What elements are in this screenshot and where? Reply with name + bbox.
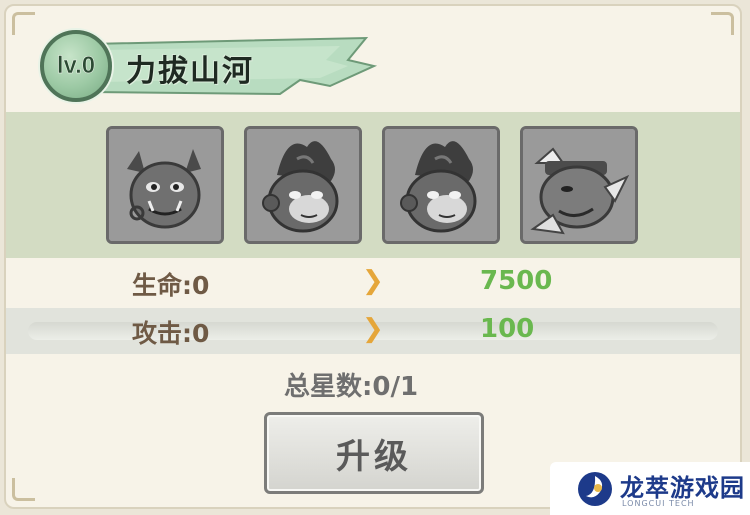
total-stars-label: 总星数:0/1 bbox=[284, 372, 419, 402]
upgrade-button-label: 升级 bbox=[336, 436, 412, 477]
level-badge: lv.0 bbox=[40, 30, 112, 102]
watermark-name: 龙萃游戏园 bbox=[620, 474, 745, 502]
stat-label-hp: 生命:0 bbox=[132, 271, 210, 300]
hero-portrait-strip bbox=[6, 112, 740, 258]
rhino-warrior-portrait-icon bbox=[523, 129, 635, 241]
monkey-warrior-portrait-icon bbox=[385, 129, 497, 241]
corner-ornament bbox=[12, 478, 35, 501]
skill-panel: lv.0 力拔山河 生命:0 ❯ 7500 攻击:0 ❯ 100 总星数:0/1… bbox=[4, 4, 742, 509]
site-watermark: 龙萃游戏园 LONGCUI TECH bbox=[550, 462, 750, 515]
chevron-right-icon: ❯ bbox=[362, 266, 384, 296]
stat-value-attack: 100 bbox=[480, 314, 535, 344]
skill-name: 力拔山河 bbox=[126, 54, 254, 89]
stat-row-attack: 攻击:0 ❯ 100 bbox=[6, 308, 740, 354]
boar-demon-portrait-icon bbox=[109, 129, 221, 241]
chevron-right-icon: ❯ bbox=[362, 314, 384, 344]
upgrade-button[interactable]: 升级 bbox=[264, 412, 484, 494]
level-label: lv.0 bbox=[56, 52, 96, 80]
hero-card-monkey[interactable] bbox=[382, 126, 500, 244]
watermark-subtitle: LONGCUI TECH bbox=[622, 499, 695, 508]
watermark-logo-icon bbox=[578, 472, 612, 506]
monkey-warrior-portrait-icon bbox=[247, 129, 359, 241]
skill-title-banner: lv.0 力拔山河 bbox=[30, 20, 390, 110]
hero-card-rhino[interactable] bbox=[520, 126, 638, 244]
hero-card-boar[interactable] bbox=[106, 126, 224, 244]
hero-card-monkey[interactable] bbox=[244, 126, 362, 244]
stat-value-hp: 7500 bbox=[480, 266, 553, 296]
corner-ornament bbox=[711, 12, 734, 35]
stat-label-attack: 攻击:0 bbox=[132, 319, 210, 348]
stat-row-hp: 生命:0 ❯ 7500 bbox=[6, 260, 740, 306]
